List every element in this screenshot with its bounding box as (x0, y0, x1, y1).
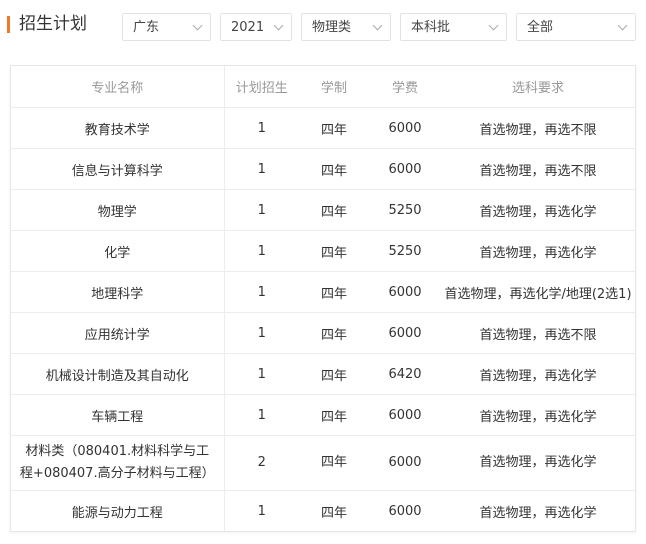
cell-duration: 四年 (299, 230, 369, 272)
table-row: 物理学 1 四年 5250 首选物理，再选化学 (11, 189, 635, 231)
col-header-major: 专业名称 (11, 66, 225, 108)
cell-major: 材料类（080401.材料科学与工 程+080407.高分子材料与工程） (11, 435, 225, 491)
cell-duration: 四年 (299, 271, 369, 313)
table-header-row: 专业名称 计划招生 学制 学费 选科要求 (11, 66, 635, 108)
subject-select[interactable]: 物理类 (301, 13, 391, 41)
table-row: 地理科学 1 四年 6000 首选物理，再选化学/地理(2选1) (11, 271, 635, 313)
table-row: 教育技术学 1 四年 6000 首选物理，再选不限 (11, 107, 635, 149)
cell-fee: 6000 (388, 503, 422, 519)
table-row: 材料类（080401.材料科学与工 程+080407.高分子材料与工程） 2 四… (11, 435, 635, 491)
cell-fee: 6000 (369, 271, 441, 313)
batch-select-value: 本科批 (411, 20, 451, 35)
cell-requirement: 首选物理，再选化学 (441, 189, 635, 231)
cell-plan: 1 (224, 107, 299, 149)
type-select[interactable]: 全部 (516, 13, 636, 41)
cell-requirement: 首选物理，再选化学 (441, 353, 635, 395)
col-header-plan: 计划招生 (224, 66, 299, 108)
cell-requirement: 首选物理，再选化学 (441, 435, 635, 491)
cell-major: 地理科学 (11, 271, 225, 313)
cell-plan: 1 (224, 312, 299, 354)
cell-plan: 2 (224, 435, 299, 491)
cell-major: 化学 (11, 230, 225, 272)
col-header-fee: 学费 (369, 66, 441, 108)
cell-plan: 1 (224, 148, 299, 190)
cell-requirement: 首选物理，再选不限 (441, 107, 635, 149)
cell-major: 教育技术学 (11, 107, 225, 149)
subject-select-value: 物理类 (312, 20, 352, 35)
cell-requirement: 首选物理，再选不限 (441, 312, 635, 354)
cell-plan: 1 (224, 353, 299, 395)
cell-fee: 6000 (369, 107, 441, 149)
chevron-down-icon (372, 20, 383, 31)
cell-requirement: 首选物理，再选化学 (441, 394, 635, 436)
cell-major-line: 材料类（080401.材料科学与工 (25, 444, 210, 459)
cell-requirement: 首选物理，再选化学 (441, 230, 635, 272)
cell-fee: 6420 (369, 353, 441, 395)
cell-major: 机械设计制造及其自动化 (11, 353, 225, 395)
cell-duration: 四年 (299, 312, 369, 354)
cell-duration: 四年 (299, 435, 369, 491)
table-row: 车辆工程 1 四年 6000 首选物理，再选化学 (11, 394, 635, 436)
cell-fee: 6000 (369, 435, 441, 491)
cell-duration: 四年 (320, 505, 347, 521)
year-select-value: 2021 (231, 20, 265, 35)
cell-requirement: 首选物理，再选化学 (479, 505, 597, 521)
chevron-down-icon (617, 20, 628, 31)
cell-major-line: 程+080407.高分子材料与工程） (19, 466, 215, 481)
table-row: 应用统计学 1 四年 6000 首选物理，再选不限 (11, 312, 635, 354)
col-header-duration: 学制 (299, 66, 369, 108)
table-row: 化学 1 四年 5250 首选物理，再选化学 (11, 230, 635, 272)
province-select-value: 广东 (133, 20, 160, 35)
year-select[interactable]: 2021 (220, 13, 292, 41)
chevron-down-icon (488, 20, 499, 31)
cell-plan: 1 (224, 189, 299, 231)
col-header-requirement: 选科要求 (441, 66, 635, 108)
table-row: 能源与动力工程 1 四年 6000 首选物理，再选化学 (11, 490, 635, 531)
cell-fee: 6000 (369, 312, 441, 354)
cell-fee: 6000 (369, 394, 441, 436)
cell-major: 应用统计学 (11, 312, 225, 354)
table-row: 信息与计算科学 1 四年 6000 首选物理，再选不限 (11, 148, 635, 190)
cell-plan: 1 (257, 503, 266, 519)
table-row: 机械设计制造及其自动化 1 四年 6420 首选物理，再选化学 (11, 353, 635, 395)
cell-major: 物理学 (11, 189, 225, 231)
cell-major: 信息与计算科学 (11, 148, 225, 190)
cell-requirement: 首选物理，再选化学/地理(2选1) (441, 271, 635, 313)
enrollment-plan-table: 专业名称 计划招生 学制 学费 选科要求 教育技术学 1 四年 6000 首选物… (10, 65, 636, 532)
chevron-down-icon (192, 20, 203, 31)
cell-fee: 5250 (369, 189, 441, 231)
cell-plan: 1 (224, 230, 299, 272)
cell-fee: 6000 (369, 148, 441, 190)
cell-duration: 四年 (299, 107, 369, 149)
cell-requirement: 首选物理，再选不限 (441, 148, 635, 190)
cell-duration: 四年 (299, 394, 369, 436)
type-select-value: 全部 (527, 20, 554, 35)
cell-duration: 四年 (299, 148, 369, 190)
cell-plan: 1 (224, 271, 299, 313)
title-accent-bar (7, 16, 10, 33)
cell-major: 车辆工程 (11, 394, 225, 436)
chevron-down-icon (273, 20, 284, 31)
cell-duration: 四年 (299, 353, 369, 395)
cell-duration: 四年 (299, 189, 369, 231)
batch-select[interactable]: 本科批 (400, 13, 507, 41)
page-title: 招生计划 (19, 14, 87, 34)
cell-plan: 1 (224, 394, 299, 436)
cell-major: 能源与动力工程 (11, 490, 225, 531)
cell-fee: 5250 (369, 230, 441, 272)
page-header: 招生计划 广东 2021 物理类 本科批 全部 (0, 0, 646, 56)
province-select[interactable]: 广东 (122, 13, 211, 41)
